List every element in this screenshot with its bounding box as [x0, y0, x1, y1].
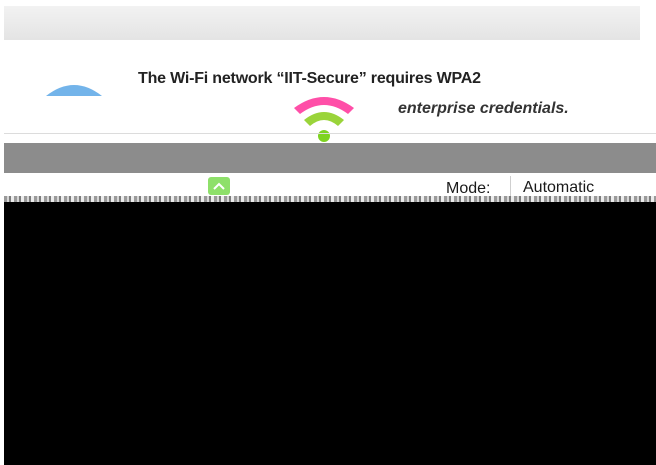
decorative-blue-shape — [46, 85, 102, 96]
chevron-up-icon[interactable] — [208, 177, 230, 195]
divider — [4, 133, 656, 134]
screen: The Wi-Fi network “IIT-Secure” requires … — [0, 0, 656, 465]
wifi-icon — [294, 97, 354, 142]
window-titlebar — [4, 6, 640, 41]
dialog-headline: The Wi-Fi network “IIT-Secure” requires … — [138, 70, 481, 87]
content-area — [4, 202, 656, 465]
section-band — [4, 143, 656, 173]
dialog-subline: enterprise credentials. — [398, 100, 569, 117]
